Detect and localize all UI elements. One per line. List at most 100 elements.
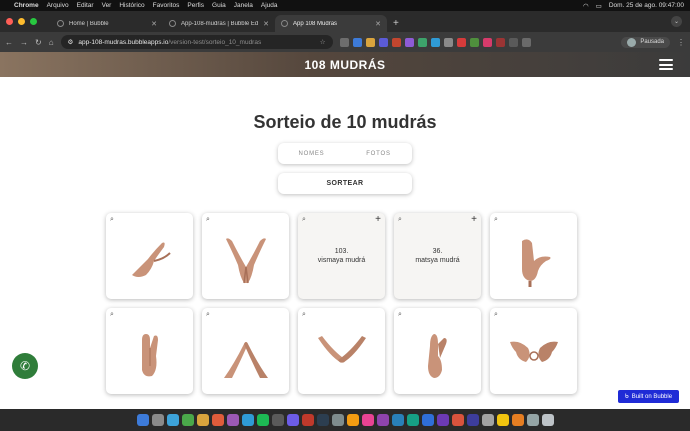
mudra-card[interactable]: ⌕ [106, 213, 193, 299]
zoom-icon[interactable]: ⌕ [302, 216, 306, 224]
extension-icon[interactable] [339, 37, 349, 47]
zoom-window-button[interactable] [30, 18, 37, 25]
profile-button[interactable]: Pausada [621, 36, 670, 48]
app-icon[interactable] [316, 414, 329, 426]
mudra-card[interactable]: ⌕ + 36. matsya mudrá [394, 213, 481, 299]
minimize-window-button[interactable] [18, 18, 25, 25]
menu-historico[interactable]: Histórico [119, 2, 144, 9]
menu-guia[interactable]: Guia [212, 2, 226, 9]
forward-icon[interactable]: → [20, 38, 28, 47]
plus-icon[interactable]: + [375, 214, 381, 225]
launchpad-icon[interactable] [151, 414, 164, 426]
menu-editar[interactable]: Editar [77, 2, 94, 9]
safari-icon[interactable] [166, 414, 179, 426]
app-icon[interactable] [331, 414, 344, 426]
kebab-menu-icon[interactable]: ⋮ [677, 38, 685, 47]
spotify-icon[interactable] [256, 414, 269, 426]
chrome-icon[interactable] [196, 414, 209, 426]
tab-bubble-editor[interactable]: App-108-mudras | Bubble Editor ✕ [163, 15, 275, 32]
menu-perfis[interactable]: Perfis [187, 2, 204, 9]
puzzle-icon[interactable] [508, 37, 518, 47]
mudra-card[interactable]: ⌕ [394, 308, 481, 394]
zoom-icon[interactable]: ⌕ [110, 311, 114, 319]
site-info-icon[interactable]: ⚙ [68, 38, 74, 46]
zoom-icon[interactable]: ⌕ [494, 216, 498, 224]
extension-icon[interactable] [456, 37, 466, 47]
draw-button[interactable]: SORTEAR [278, 173, 412, 194]
extension-icon[interactable] [495, 37, 505, 47]
zoom-icon[interactable]: ⌕ [206, 216, 210, 224]
bookmark-star-icon[interactable]: ☆ [320, 38, 326, 46]
extension-icon[interactable] [417, 37, 427, 47]
extension-icon[interactable] [391, 37, 401, 47]
photoshop-icon[interactable] [421, 414, 434, 426]
app-icon[interactable] [496, 414, 509, 426]
extension-icon[interactable] [443, 37, 453, 47]
toggle-photos[interactable]: FOTOS [345, 143, 412, 164]
lightroom-icon[interactable] [391, 414, 404, 426]
reload-icon[interactable]: ↻ [35, 38, 42, 47]
app-icon[interactable] [241, 414, 254, 426]
extension-icon[interactable] [378, 37, 388, 47]
hamburger-menu-icon[interactable] [659, 59, 673, 70]
new-tab-button[interactable]: + [387, 15, 405, 32]
menubar-clock[interactable]: Dom. 25 de ago. 09:47:00 [609, 2, 684, 9]
app-icon[interactable] [466, 414, 479, 426]
messages-icon[interactable] [181, 414, 194, 426]
indesign-icon[interactable] [361, 414, 374, 426]
close-window-button[interactable] [6, 18, 13, 25]
menu-ajuda[interactable]: Ajuda [261, 2, 278, 9]
built-on-bubble-badge[interactable]: ᑲ Built on Bubble [618, 390, 679, 403]
extension-icon[interactable] [365, 37, 375, 47]
finder-icon[interactable] [136, 414, 149, 426]
extension-icon[interactable] [430, 37, 440, 47]
site-logo[interactable]: 108 MUDRÁS [304, 58, 385, 72]
trash-icon[interactable] [541, 414, 554, 426]
zoom-icon[interactable]: ⌕ [398, 311, 402, 319]
extension-icon[interactable] [352, 37, 362, 47]
extension-icon[interactable] [469, 37, 479, 47]
wifi-icon[interactable]: ◠ [583, 2, 589, 10]
zoom-icon[interactable]: ⌕ [302, 311, 306, 319]
zoom-icon[interactable]: ⌕ [206, 311, 210, 319]
app-icon[interactable] [406, 414, 419, 426]
tab-close-icon[interactable]: ✕ [263, 20, 269, 28]
menubar-app-name[interactable]: Chrome [14, 2, 39, 9]
illustrator-icon[interactable] [346, 414, 359, 426]
extension-icon[interactable] [404, 37, 414, 47]
zoom-icon[interactable]: ⌕ [494, 311, 498, 319]
mudra-card[interactable]: ⌕ + 103. vismaya mudrá [298, 213, 385, 299]
battery-icon[interactable]: ▭ [596, 2, 602, 10]
mudra-card[interactable]: ⌕ [298, 308, 385, 394]
app-icon[interactable] [271, 414, 284, 426]
firefox-icon[interactable] [211, 414, 224, 426]
xd-icon[interactable] [376, 414, 389, 426]
sidebar-icon[interactable] [521, 37, 531, 47]
tab-search-button[interactable]: ⌄ [671, 16, 682, 27]
toggle-names[interactable]: NOMES [278, 143, 345, 164]
tab-home-bubble[interactable]: Home | Bubble ✕ [51, 15, 163, 32]
app-icon[interactable] [301, 414, 314, 426]
home-icon[interactable]: ⌂ [49, 38, 54, 47]
menu-janela[interactable]: Janela [234, 2, 253, 9]
address-bar[interactable]: ⚙ app-108-mudras.bubbleapps.io/version-t… [60, 35, 333, 49]
plus-icon[interactable]: + [471, 214, 477, 225]
tab-app-108-mudras[interactable]: App 108 Mudras ✕ [275, 15, 387, 32]
menu-favoritos[interactable]: Favoritos [153, 2, 180, 9]
back-icon[interactable]: ← [5, 38, 13, 47]
mudra-card[interactable]: ⌕ [202, 213, 289, 299]
zoom-icon[interactable]: ⌕ [110, 216, 114, 224]
mudra-card[interactable]: ⌕ [106, 308, 193, 394]
mudra-card[interactable]: ⌕ [490, 308, 577, 394]
app-icon[interactable] [481, 414, 494, 426]
menu-ver[interactable]: Ver [102, 2, 112, 9]
premiere-icon[interactable] [436, 414, 449, 426]
app-icon[interactable] [286, 414, 299, 426]
app-icon[interactable] [526, 414, 539, 426]
whatsapp-button[interactable]: ✆ [12, 353, 38, 379]
extension-icon[interactable] [482, 37, 492, 47]
menu-arquivo[interactable]: Arquivo [47, 2, 69, 9]
mudra-card[interactable]: ⌕ [202, 308, 289, 394]
zoom-icon[interactable]: ⌕ [398, 216, 402, 224]
tab-close-icon[interactable]: ✕ [375, 20, 381, 28]
